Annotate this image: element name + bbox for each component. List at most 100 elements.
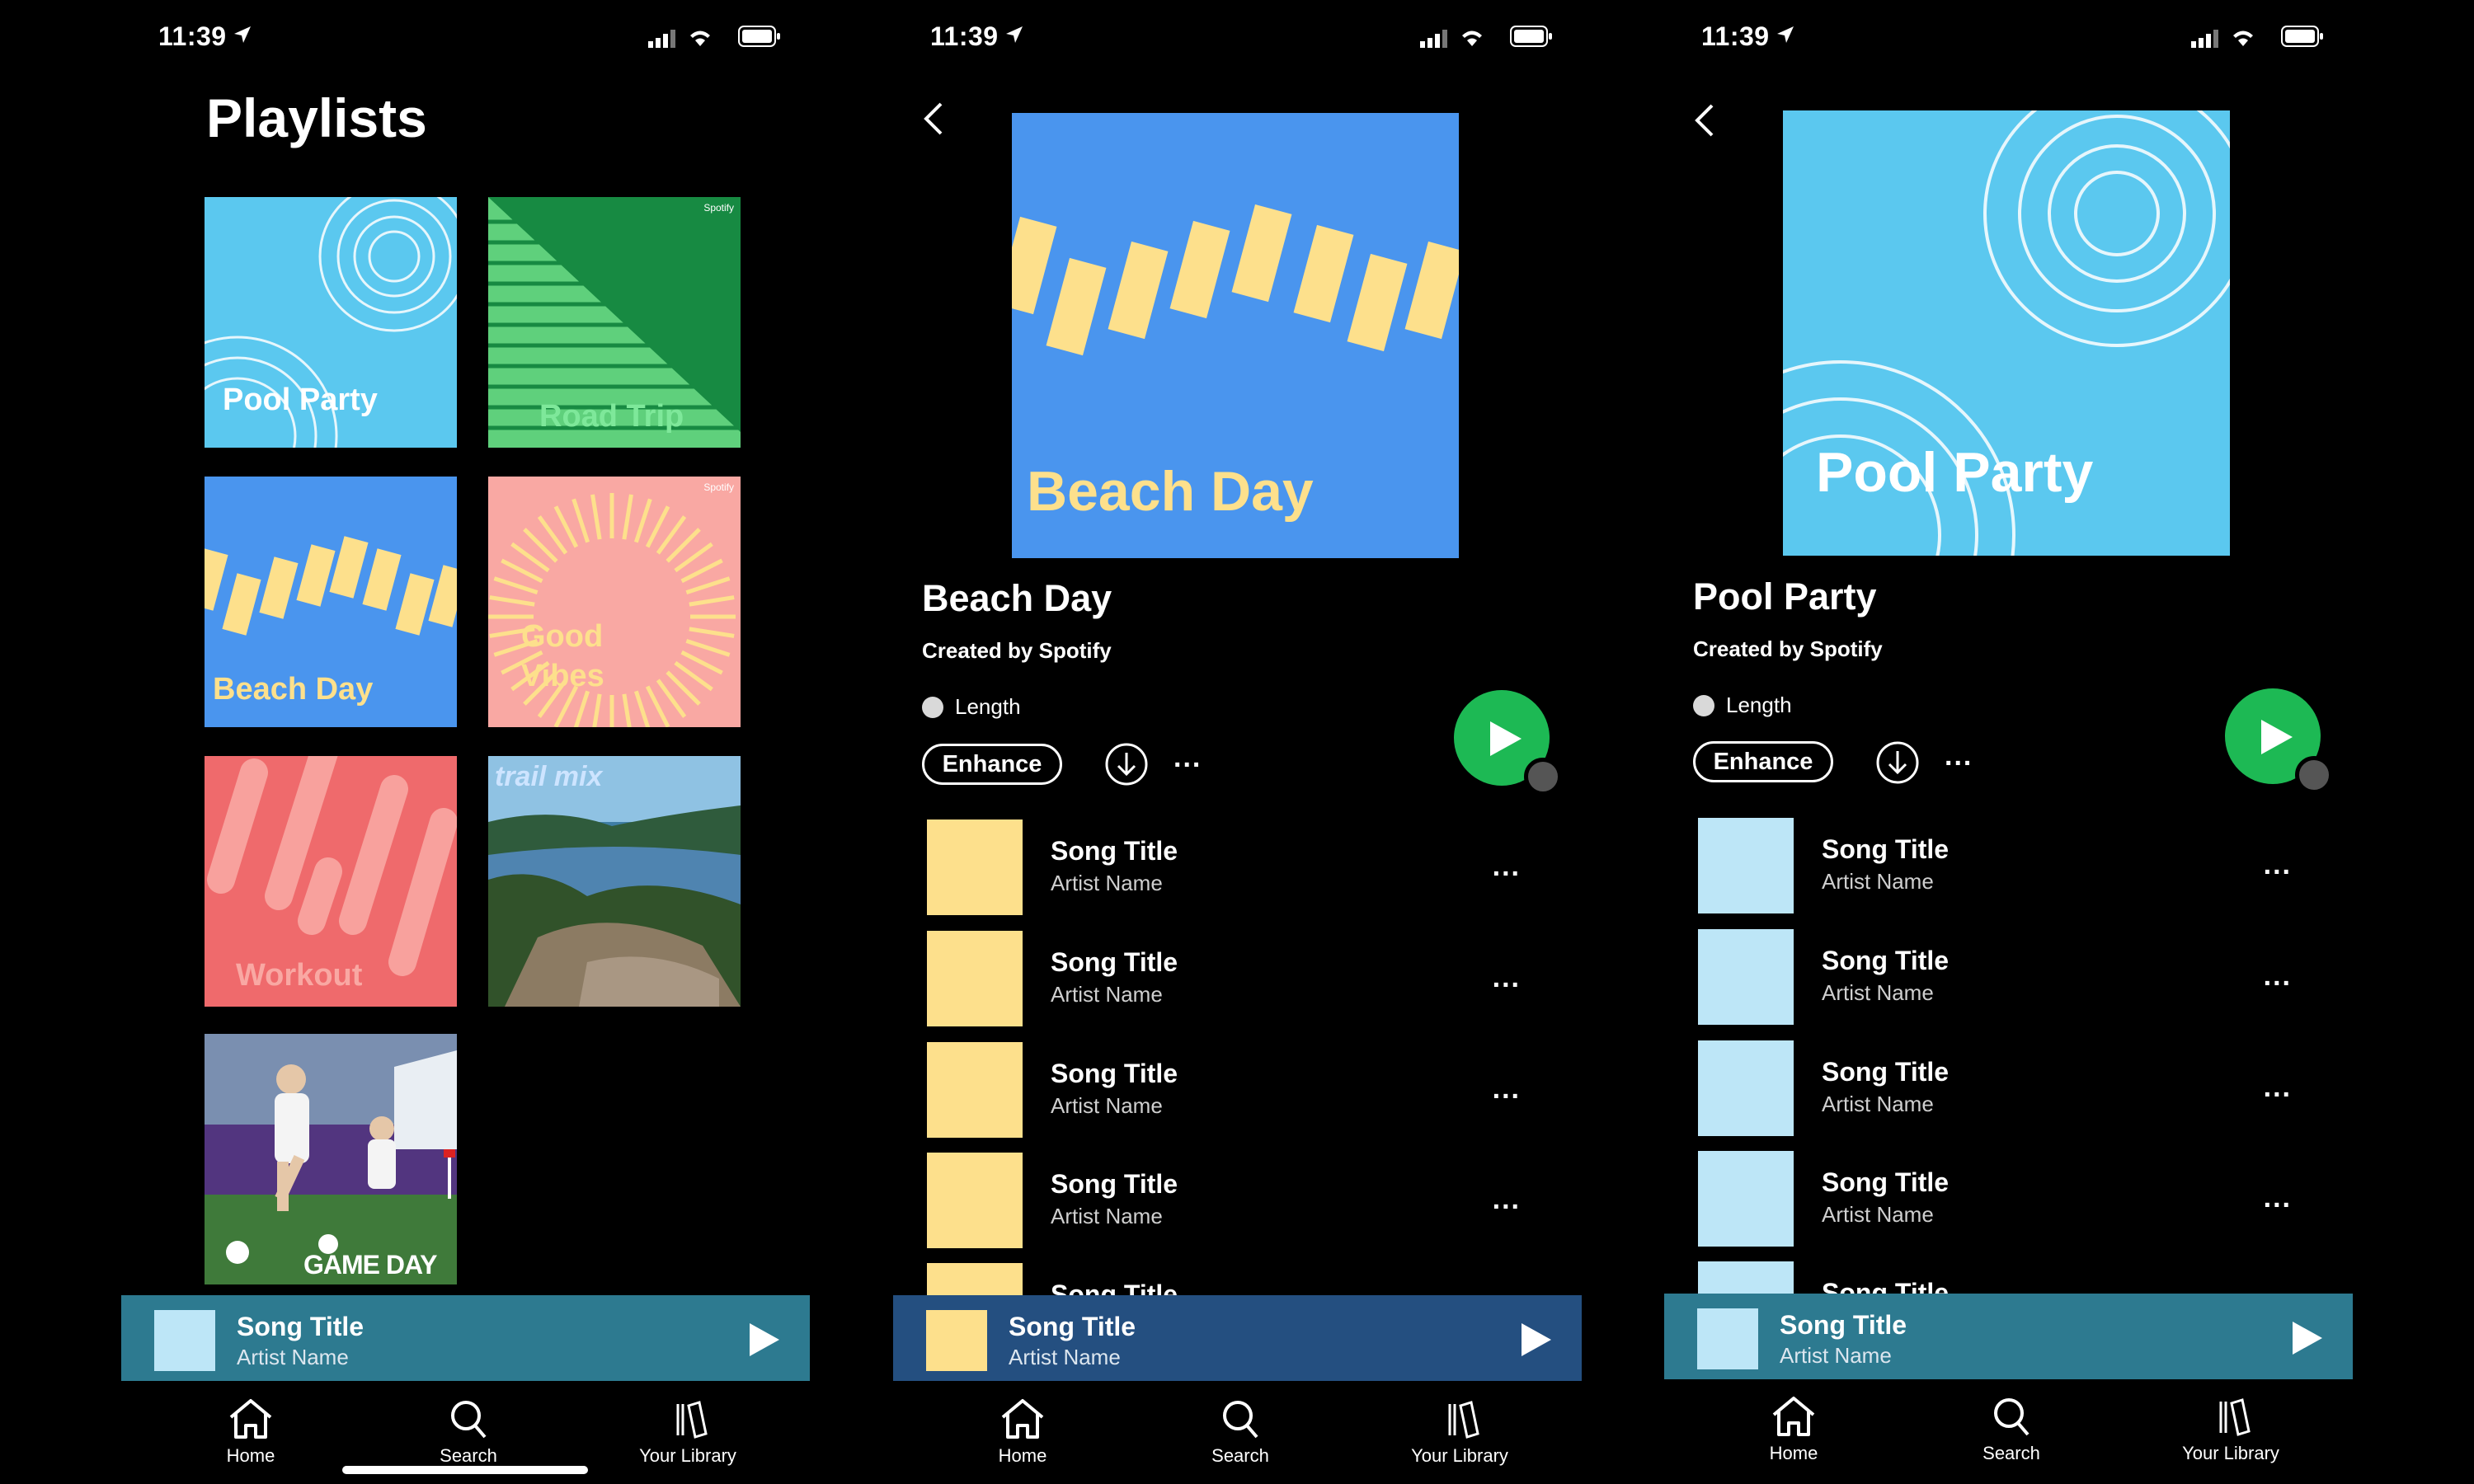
download-icon[interactable] bbox=[1103, 741, 1150, 787]
signal-icon bbox=[648, 30, 675, 48]
playlist-tile-road-trip[interactable]: Spotify Road Trip bbox=[488, 197, 741, 448]
nav-search-label: Search bbox=[1982, 1443, 2040, 1463]
playlist-tile-good-vibes[interactable]: Spotify Good Vibes bbox=[488, 477, 741, 727]
mini-player-title: Song Title bbox=[1009, 1312, 1136, 1341]
sunburst-ray bbox=[689, 595, 735, 607]
status-bar: 11:39 bbox=[121, 0, 810, 79]
back-chevron-icon[interactable] bbox=[1694, 102, 1715, 139]
song-row[interactable]: Song Title Artist Name ... bbox=[927, 931, 1554, 1028]
playlist-cover: Pool Party bbox=[1783, 110, 2230, 556]
song-artist: Artist Name bbox=[1051, 1204, 1163, 1228]
song-more-icon[interactable]: ... bbox=[1493, 851, 1521, 883]
enhance-button[interactable]: Enhance bbox=[922, 744, 1062, 785]
tile-label: Pool Party bbox=[223, 383, 378, 417]
mini-player-title: Song Title bbox=[1780, 1310, 1907, 1340]
song-art bbox=[927, 931, 1023, 1026]
song-art bbox=[1698, 818, 1794, 913]
song-row[interactable]: Song Title Artist Name ... bbox=[1698, 1151, 2325, 1248]
length-row: Length bbox=[1693, 693, 1792, 718]
playlist-tile-workout[interactable]: Workout bbox=[205, 756, 457, 1007]
sunburst-ray bbox=[689, 627, 735, 638]
nav-library[interactable]: Your Library bbox=[618, 1397, 758, 1467]
status-time: 11:39 bbox=[158, 21, 227, 51]
nav-library[interactable]: Your Library bbox=[1390, 1397, 1530, 1467]
song-title: Song Title bbox=[1822, 1057, 1950, 1087]
playlist-title: Beach Day bbox=[922, 577, 1112, 619]
song-more-icon[interactable]: ... bbox=[1493, 1073, 1521, 1106]
nav-search[interactable]: Search bbox=[1170, 1397, 1310, 1467]
playlist-tile-beach-day[interactable]: Beach Day bbox=[205, 477, 457, 727]
song-more-icon[interactable]: ... bbox=[2264, 960, 2292, 993]
tile-label: Road Trip bbox=[539, 399, 684, 434]
playlists-screen: 11:39 Playlists Pool Party Spotify Road bbox=[121, 0, 810, 1484]
length-label: Length bbox=[1726, 693, 1792, 717]
search-icon bbox=[451, 1401, 487, 1439]
song-title: Song Title bbox=[1822, 834, 1950, 864]
mini-player-art bbox=[154, 1310, 215, 1371]
mini-player-artist: Artist Name bbox=[237, 1345, 349, 1369]
more-icon[interactable]: ... bbox=[1945, 740, 1973, 773]
playlist-tile-trail-mix[interactable]: trail mix bbox=[488, 756, 741, 1007]
song-more-icon[interactable]: ... bbox=[1493, 1184, 1521, 1216]
length-indicator bbox=[1693, 694, 1714, 716]
song-art bbox=[927, 819, 1023, 915]
sunburst-ray bbox=[685, 576, 731, 595]
nav-library-label: Your Library bbox=[1411, 1445, 1508, 1466]
more-icon[interactable]: ... bbox=[1174, 742, 1202, 774]
song-art bbox=[1698, 1040, 1794, 1136]
search-icon bbox=[1994, 1398, 2030, 1436]
song-row[interactable]: Song Title Artist Name ... bbox=[927, 819, 1554, 917]
song-artist: Artist Name bbox=[1822, 869, 1934, 894]
tile-label: GAME DAY bbox=[303, 1250, 438, 1280]
location-arrow-icon bbox=[1006, 26, 1023, 43]
enhance-button[interactable]: Enhance bbox=[1693, 741, 1833, 782]
length-label: Length bbox=[955, 694, 1021, 719]
nav-home[interactable]: Home bbox=[1724, 1395, 1864, 1464]
download-icon[interactable] bbox=[1874, 740, 1921, 786]
mini-player[interactable]: Song Title Artist Name bbox=[121, 1295, 810, 1381]
sunburst-ray bbox=[633, 690, 651, 727]
mini-player-art bbox=[926, 1310, 987, 1371]
status-time: 11:39 bbox=[1701, 21, 1770, 51]
playlist-tile-pool-party[interactable]: Pool Party bbox=[205, 197, 457, 448]
home-indicator[interactable] bbox=[342, 1466, 588, 1474]
sunburst-ray bbox=[590, 494, 602, 540]
song-row[interactable]: Song Title Artist Name ... bbox=[927, 1153, 1554, 1250]
song-row[interactable]: Song Title Artist Name ... bbox=[1698, 1040, 2325, 1138]
nav-library[interactable]: Your Library bbox=[2161, 1395, 2301, 1464]
sunburst-ray bbox=[685, 638, 731, 657]
nav-search[interactable]: Search bbox=[1941, 1395, 2081, 1464]
playlist-creator: Created by Spotify bbox=[1693, 636, 1883, 661]
soccer-photo bbox=[205, 1034, 457, 1284]
shuffle-indicator bbox=[2295, 756, 2333, 794]
play-icon bbox=[2261, 720, 2293, 754]
spotify-badge: Spotify bbox=[703, 481, 734, 493]
signal-icon bbox=[2191, 30, 2218, 48]
nav-search[interactable]: Search bbox=[398, 1397, 539, 1467]
location-arrow-icon bbox=[234, 26, 251, 43]
mini-player[interactable]: Song Title Artist Name bbox=[1664, 1294, 2353, 1379]
song-row[interactable]: Song Title Artist Name ... bbox=[1698, 929, 2325, 1026]
mini-player[interactable]: Song Title Artist Name bbox=[893, 1295, 1582, 1381]
playlist-tile-game-day[interactable]: GAME DAY bbox=[205, 1034, 457, 1284]
mini-player-artist: Artist Name bbox=[1009, 1345, 1121, 1369]
song-row[interactable]: Song Title Artist Name ... bbox=[927, 1042, 1554, 1139]
nav-home-label: Home bbox=[998, 1445, 1047, 1466]
song-artist: Artist Name bbox=[1822, 980, 1934, 1005]
song-more-icon[interactable]: ... bbox=[2264, 1072, 2292, 1104]
song-more-icon[interactable]: ... bbox=[2264, 849, 2292, 881]
sunburst-ray bbox=[493, 576, 539, 595]
cover-label: Pool Party bbox=[1816, 441, 2094, 504]
nav-home[interactable]: Home bbox=[181, 1397, 321, 1467]
song-more-icon[interactable]: ... bbox=[1493, 962, 1521, 994]
tile-label: Good Vibes bbox=[521, 619, 604, 693]
play-icon[interactable] bbox=[1520, 1322, 1553, 1358]
song-more-icon[interactable]: ... bbox=[2264, 1182, 2292, 1214]
play-icon[interactable] bbox=[748, 1322, 781, 1358]
spotify-badge: Spotify bbox=[703, 202, 734, 214]
back-chevron-icon[interactable] bbox=[923, 101, 944, 137]
nav-home[interactable]: Home bbox=[952, 1397, 1093, 1467]
sunburst-ray bbox=[573, 690, 590, 727]
play-icon[interactable] bbox=[2291, 1320, 2324, 1356]
song-row[interactable]: Song Title Artist Name ... bbox=[1698, 818, 2325, 915]
